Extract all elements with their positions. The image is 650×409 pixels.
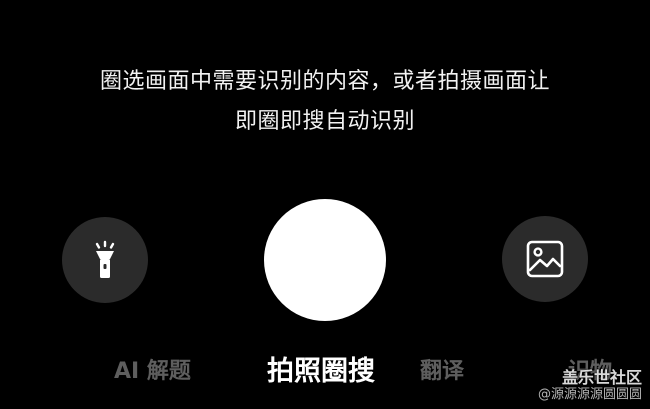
mode-selector: AI 解题 拍照圈搜 翻译 识物 [0,350,650,394]
hint-line-1: 圈选画面中需要识别的内容，或者拍摄画面让 [99,69,550,94]
image-gallery-icon [526,240,564,278]
mode-photo-search[interactable]: 拍照圈搜 [267,350,375,394]
shutter-button[interactable] [264,199,386,321]
mode-ai-solve[interactable]: AI 解题 [114,350,191,394]
gallery-button[interactable] [502,216,588,302]
flashlight-button[interactable] [62,217,148,303]
instruction-hint: 圈选画面中需要识别的内容，或者拍摄画面让 即圈即搜自动识别 [0,62,650,142]
hint-line-2: 即圈即搜自动识别 [234,109,415,134]
mode-translate[interactable]: 翻译 [420,350,464,394]
flashlight-icon [95,240,115,278]
mode-object-recognition[interactable]: 识物 [568,350,612,394]
